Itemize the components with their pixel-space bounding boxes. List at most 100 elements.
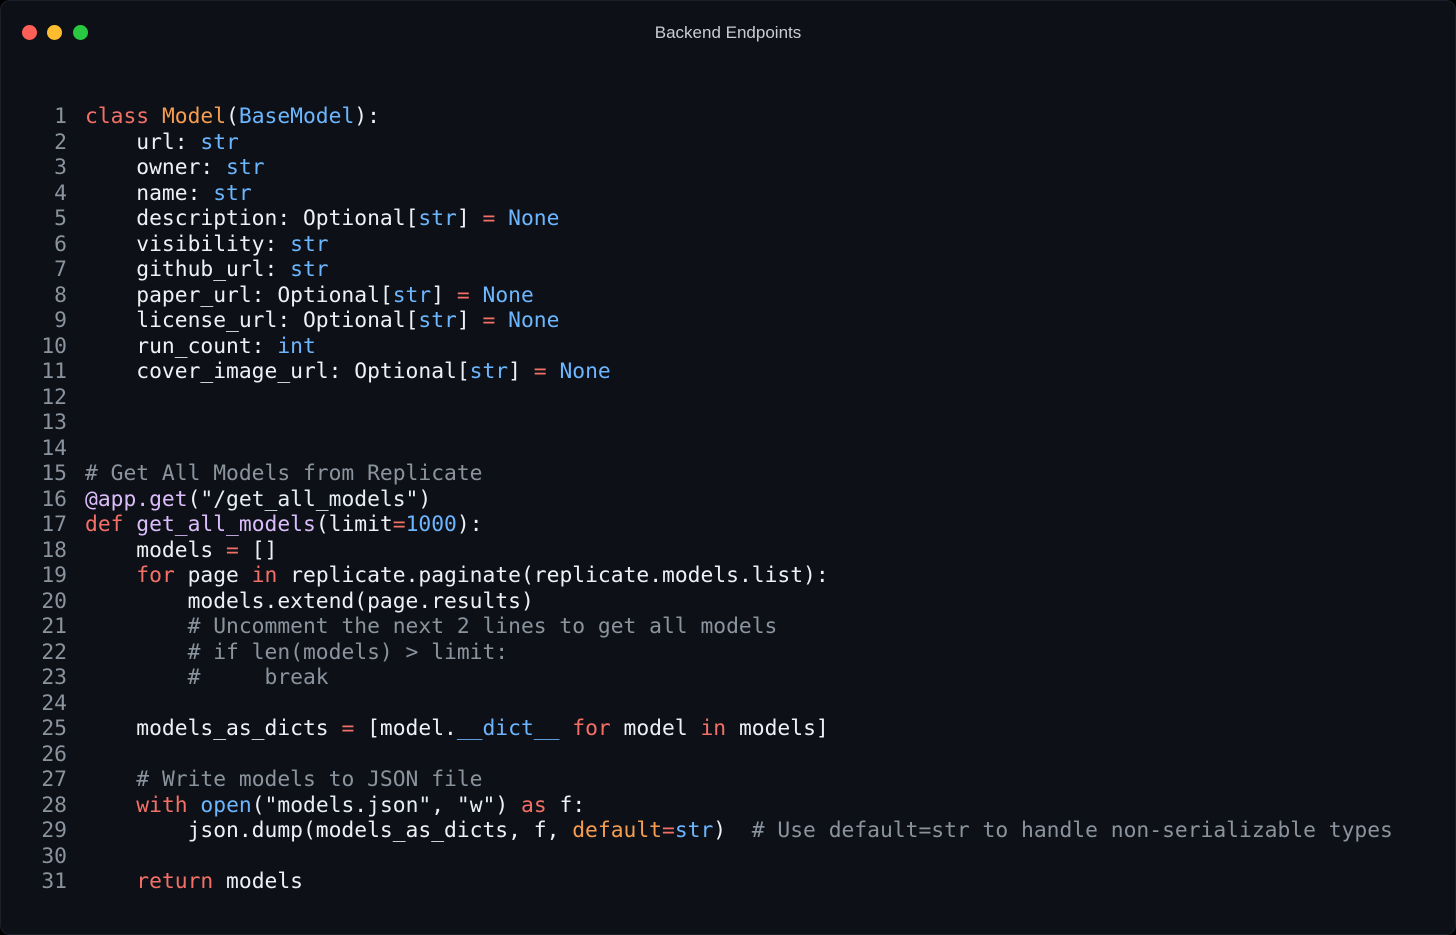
code-token-decorator: @app.get [85, 486, 188, 512]
code-text: @app.get("/get_all_models") [85, 487, 431, 513]
code-line: 3 owner: str [1, 155, 1455, 181]
code-token-type: str [674, 818, 714, 843]
line-number: 22 [41, 639, 67, 665]
code-token-plain: paper_url: Optional[ [85, 282, 393, 308]
code-line: 15 # Get All Models from Replicate [1, 461, 1455, 487]
code-token-plain: model [610, 716, 701, 741]
window-title: Backend Endpoints [654, 23, 802, 42]
code-token-keyword: for [572, 716, 611, 741]
line-number: 15 [41, 461, 67, 486]
code-token-type: None [508, 206, 560, 231]
code-token-string: "w" [456, 792, 496, 818]
code-token-keyword: = [456, 282, 470, 308]
code-token-comment: # break [187, 665, 329, 690]
line-number: 9 [54, 308, 67, 333]
code-token-plain: url: [85, 129, 201, 155]
code-token-plain: ( [251, 792, 265, 818]
code-token-plain: github_url: [85, 257, 291, 282]
line-number: 17 [41, 512, 67, 537]
title-bar: Backend Endpoints [1, 1, 1455, 65]
code-token-type: None [559, 359, 611, 384]
code-token-plain: ( [187, 486, 201, 512]
code-text: class Model(BaseModel): [85, 104, 380, 130]
code-text: paper_url: Optional[str] = None [85, 283, 534, 309]
code-token-classname: default [572, 818, 662, 843]
code-token-plain: models [213, 869, 303, 894]
line-number: 6 [54, 231, 67, 257]
code-text: # if len(models) > limit: [85, 640, 509, 666]
code-token-comment: # Use default=str to handle non-serializ… [751, 818, 1393, 843]
code-token-type: str [392, 282, 432, 308]
code-token-plain: run_count: [85, 333, 278, 359]
code-token-string: "/get_all_models" [200, 486, 419, 512]
code-text: with open("models.json", "w") as f: [85, 793, 585, 819]
line-number: 21 [41, 614, 67, 639]
code-editor[interactable]: 1 class Model(BaseModel): 2 url: str 3 owne… [1, 104, 1455, 895]
line-number: 10 [41, 333, 67, 359]
line-number: 23 [41, 665, 67, 690]
code-line: 27 # Write models to JSON file [1, 767, 1455, 793]
code-token-type: int [277, 333, 316, 359]
code-text: cover_image_url: Optional[str] = None [85, 359, 611, 385]
code-token-plain: models.extend(page.results) [85, 588, 534, 614]
code-token-keyword: class [85, 104, 150, 129]
code-line: 9 license_url: Optional[str] = None [1, 308, 1455, 334]
code-text: visibility: str [85, 232, 328, 258]
code-token-keyword: return [136, 869, 214, 894]
code-token-keyword: = [662, 818, 675, 843]
line-number: 3 [54, 155, 67, 180]
code-token-type: None [508, 308, 560, 333]
code-line: 18 models = [] [1, 538, 1455, 564]
code-line: 1 class Model(BaseModel): [1, 104, 1455, 130]
code-text: url: str [85, 130, 239, 156]
code-token-keyword: in [251, 563, 278, 588]
code-line: 22 # if len(models) > limit: [1, 640, 1455, 666]
line-number: 31 [41, 869, 67, 894]
code-token-type: str [290, 257, 329, 282]
code-line: 25 models_as_dicts = [model.__dict__ for… [1, 716, 1455, 742]
code-token-plain: ] [456, 206, 483, 231]
code-token-type: __dict__ [456, 716, 560, 741]
code-text: models = [] [85, 538, 277, 564]
line-number: 5 [54, 206, 67, 231]
line-number: 27 [41, 767, 67, 792]
code-line: 12 [1, 385, 1455, 411]
code-token-plain: [model. [354, 716, 457, 741]
line-number: 28 [41, 792, 67, 818]
code-token-plain: [] [238, 537, 278, 563]
code-line: 7 github_url: str [1, 257, 1455, 283]
code-text: license_url: Optional[str] = None [85, 308, 559, 334]
code-token-plain: ): [456, 512, 483, 537]
code-token-comment: # Get All Models from Replicate [85, 461, 483, 486]
line-number: 30 [41, 843, 67, 869]
code-token-plain: f: [546, 792, 586, 818]
code-token-type: str [200, 129, 239, 155]
code-text: run_count: int [85, 334, 316, 360]
code-line: 11 cover_image_url: Optional[str] = None [1, 359, 1455, 385]
code-token-keyword: as [521, 792, 547, 818]
code-token-plain: ( [226, 104, 239, 129]
code-text: # break [85, 665, 329, 691]
code-token-number: 1000 [405, 512, 457, 537]
code-text: github_url: str [85, 257, 329, 283]
code-token-plain: (limit [315, 512, 393, 537]
code-line: 19 for page in replicate.paginate(replic… [1, 563, 1455, 589]
code-line: 4 name: str [1, 181, 1455, 207]
code-line: 30 [1, 844, 1455, 870]
code-token-plain: , [431, 792, 457, 818]
code-token-plain: ) [495, 792, 522, 818]
code-line: 31 return models [1, 869, 1455, 895]
line-number: 19 [41, 563, 67, 588]
code-token-type: str [469, 359, 509, 384]
code-line: 21 # Uncomment the next 2 lines to get a… [1, 614, 1455, 640]
line-number: 26 [41, 741, 67, 767]
code-token-keyword: = [482, 206, 496, 231]
code-token-type: str [418, 308, 457, 333]
